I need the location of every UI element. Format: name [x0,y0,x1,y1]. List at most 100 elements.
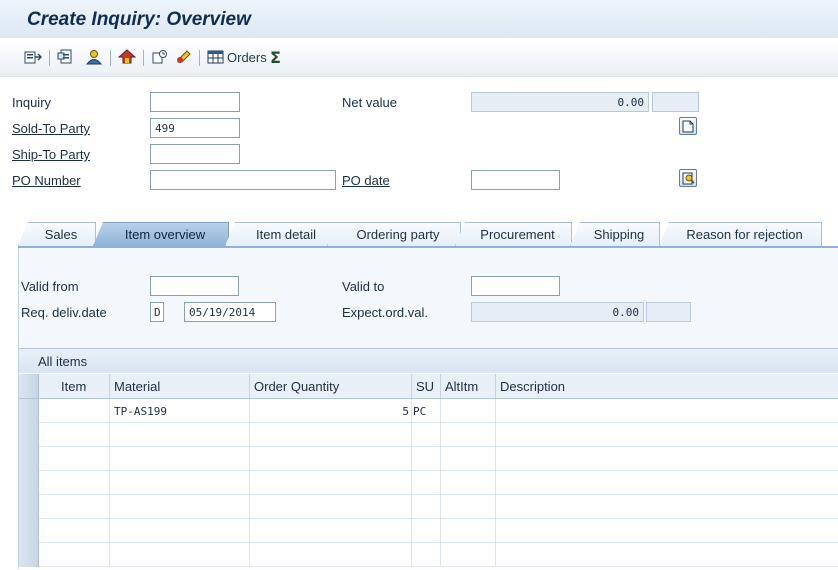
empty-cell[interactable] [110,519,250,543]
toolbar-separator [49,50,50,66]
ship-to-party-label[interactable]: Ship-To Party [12,147,90,162]
sold-to-party-label[interactable]: Sold-To Party [12,121,90,136]
business-partner-icon[interactable] [85,48,103,66]
empty-cell[interactable] [496,447,838,471]
table-row-empty[interactable] [19,423,838,447]
tab-ordering-party[interactable]: Ordering party [327,222,461,246]
empty-cell[interactable] [441,423,496,447]
tab-shipping-label: Shipping [593,227,645,242]
row-selector[interactable] [19,399,39,423]
column-header-altitm[interactable]: AltItm [441,374,496,398]
empty-cell[interactable] [39,423,110,447]
table-row-empty[interactable] [19,447,838,471]
sold-to-party-field[interactable]: 499 [150,118,240,138]
save-icon[interactable] [24,48,42,66]
table-row-empty[interactable] [19,495,838,519]
column-header-item[interactable]: Item [39,374,110,398]
inquiry-field[interactable] [150,92,240,112]
column-header-order-quantity[interactable]: Order Quantity [250,374,412,398]
valid-to-field[interactable] [471,276,560,296]
tab-procurement[interactable]: Procurement [455,222,572,246]
inquiry-label: Inquiry [12,95,52,110]
tab-item-detail[interactable]: Item detail [225,222,339,246]
empty-cell[interactable] [412,471,441,495]
po-date-field[interactable] [471,170,560,190]
header-icon[interactable] [57,48,75,66]
empty-cell[interactable] [441,471,496,495]
empty-cell[interactable] [110,543,250,567]
change-icon[interactable] [175,48,193,66]
column-header-material[interactable]: Material [110,374,250,398]
row-selector[interactable] [19,543,39,567]
empty-cell[interactable] [110,447,250,471]
empty-cell[interactable] [412,519,441,543]
empty-cell[interactable] [110,495,250,519]
description-cell[interactable] [496,399,838,423]
empty-cell[interactable] [496,519,838,543]
row-selector[interactable] [19,471,39,495]
empty-cell[interactable] [496,543,838,567]
empty-cell[interactable] [412,423,441,447]
table-row[interactable]: TP-AS199 5 PC [19,399,838,423]
empty-cell[interactable] [441,447,496,471]
new-document-icon[interactable] [679,117,697,135]
po-number-field[interactable] [150,170,336,190]
sum-icon[interactable]: Σ [270,48,281,67]
display-doc-flow-icon[interactable] [118,48,136,66]
empty-cell[interactable] [250,543,412,567]
altitm-cell[interactable] [441,399,496,423]
empty-cell[interactable] [441,519,496,543]
empty-cell[interactable] [110,471,250,495]
row-selector[interactable] [19,519,39,543]
row-selector[interactable] [19,495,39,519]
valid-from-label: Valid from [21,279,79,294]
table-row-empty[interactable] [19,543,838,567]
tab-sales[interactable]: Sales [18,222,96,246]
empty-cell[interactable] [39,519,110,543]
ship-to-party-field[interactable] [150,144,240,164]
row-selector[interactable] [19,447,39,471]
tab-item-overview[interactable]: Item overview [93,222,229,246]
empty-cell[interactable] [250,447,412,471]
empty-cell[interactable] [412,447,441,471]
empty-cell[interactable] [496,495,838,519]
column-header-su[interactable]: SU [412,374,441,398]
tab-item-overview-label: Item overview [124,227,206,242]
req-deliv-date-field[interactable]: 05/19/2014 [184,302,276,322]
select-all-button[interactable] [19,374,39,398]
empty-cell[interactable] [441,495,496,519]
su-cell[interactable]: PC [412,399,441,423]
orders-button[interactable]: Orders [207,48,267,66]
table-row-empty[interactable] [19,519,838,543]
empty-cell[interactable] [39,447,110,471]
empty-cell[interactable] [39,495,110,519]
item-cell[interactable] [39,399,110,423]
empty-cell[interactable] [250,471,412,495]
po-number-label[interactable]: PO Number [12,173,81,188]
empty-cell[interactable] [39,543,110,567]
empty-cell[interactable] [39,471,110,495]
table-row-empty[interactable] [19,471,838,495]
empty-cell[interactable] [496,471,838,495]
empty-cell[interactable] [110,423,250,447]
empty-cell[interactable] [412,495,441,519]
tab-strip: Sales Item overview Item detail Ordering… [18,222,838,247]
empty-cell[interactable] [496,423,838,447]
column-header-description[interactable]: Description [496,374,838,398]
status-overview-icon[interactable] [151,48,169,66]
all-items-table: All items Item Material Order Quantity S… [19,348,838,570]
tab-reason-for-rejection[interactable]: Reason for rejection [659,222,822,246]
empty-cell[interactable] [250,519,412,543]
empty-cell[interactable] [250,495,412,519]
empty-cell[interactable] [441,543,496,567]
material-cell[interactable]: TP-AS199 [110,399,250,423]
empty-cell[interactable] [412,543,441,567]
po-date-label[interactable]: PO date [342,173,390,188]
empty-cell[interactable] [250,423,412,447]
row-selector[interactable] [19,423,39,447]
tab-shipping[interactable]: Shipping [570,222,660,246]
display-icon[interactable] [679,169,697,187]
req-deliv-date-type-field[interactable]: D [150,302,164,322]
order-quantity-cell[interactable]: 5 [250,399,412,423]
valid-from-field[interactable] [150,276,239,296]
